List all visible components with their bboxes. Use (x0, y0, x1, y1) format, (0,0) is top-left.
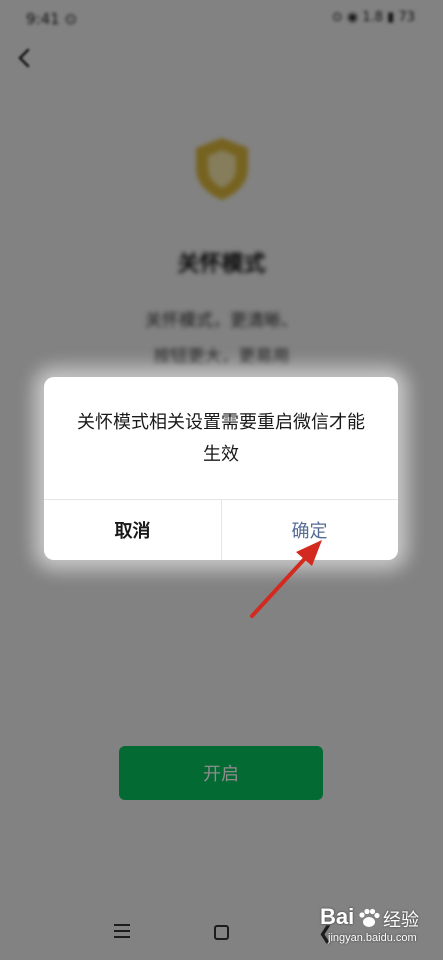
watermark-brand-text: 经验 (383, 910, 419, 931)
watermark-url: jingyan.baidu.com (328, 932, 417, 944)
restart-confirm-dialog: 关怀模式相关设置需要重启微信才能生效 取消 确定 (44, 377, 398, 560)
watermark-logo-text: Bai (320, 904, 355, 929)
dialog-message: 关怀模式相关设置需要重启微信才能生效 (77, 412, 365, 465)
paw-icon (359, 908, 380, 927)
cancel-button[interactable]: 取消 (44, 500, 221, 560)
baidu-jingyan-watermark: Bai 经验 jingyan.baidu.com (320, 902, 435, 954)
confirm-button[interactable]: 确定 (221, 500, 398, 560)
care-mode-screen: 9:41 ⊙ ⊙ ◉ 1.8 ▮ 73 关怀模式 关怀模式，更清晰、 按钮更大，… (0, 0, 443, 960)
